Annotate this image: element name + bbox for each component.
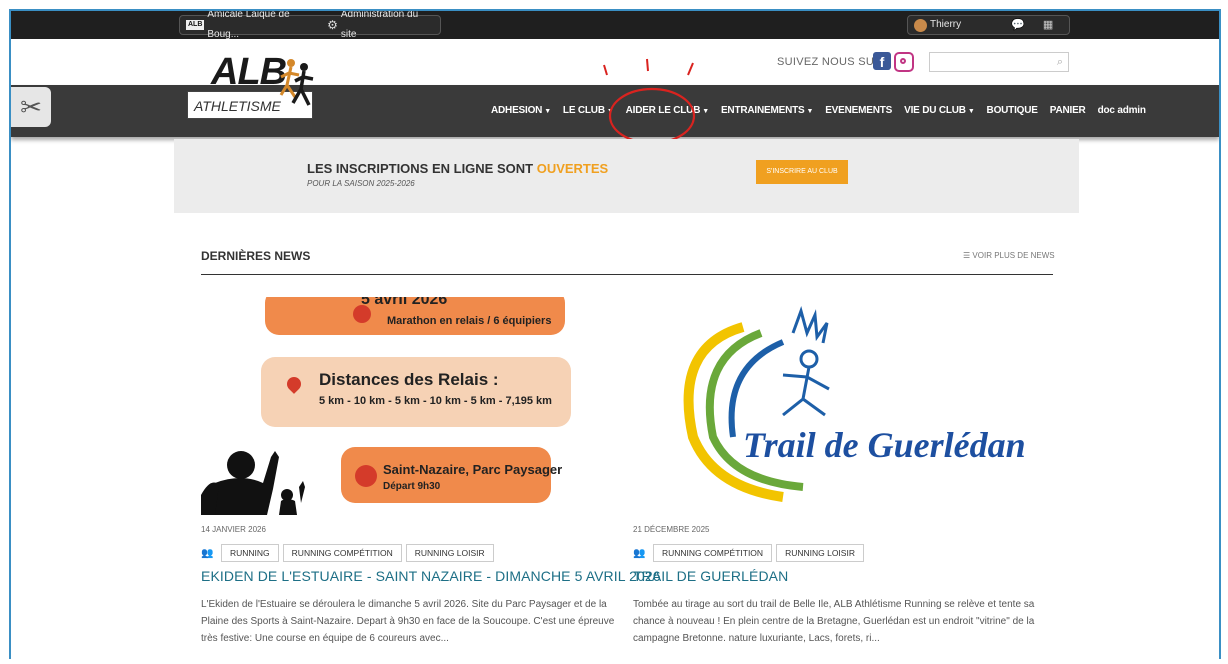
- follow-label: SUIVEZ NOUS SUR: [777, 56, 883, 68]
- clock-icon: [353, 305, 371, 323]
- gear-icon: ⚙: [327, 18, 338, 32]
- nav-item-doc-admin[interactable]: doc admin: [1092, 105, 1152, 116]
- site-logo[interactable]: ALB ATHLETISME: [187, 49, 317, 121]
- admin-bar: ALB Amicale Laique de Boug... ⚙ Administ…: [11, 11, 1219, 40]
- tag-running-competition[interactable]: RUNNING COMPÉTITION: [653, 544, 773, 562]
- signup-button[interactable]: S'INSCRIRE AU CLUB: [756, 160, 848, 184]
- news-title[interactable]: TRAIL DE GUERLÉDAN: [633, 568, 1053, 584]
- nav-item-evenements[interactable]: EVENEMENTS: [819, 105, 898, 116]
- news-card: Trail de Guerlédan 21 DÉCEMBRE 2025 👥 RU…: [633, 297, 1053, 647]
- nav-item-aider-le-club[interactable]: AIDER LE CLUB ▼: [620, 105, 715, 116]
- banner-title: LES INSCRIPTIONS EN LIGNE SONT OUVERTES: [307, 161, 609, 176]
- users-icon: 👥: [201, 547, 214, 559]
- nav-item-boutique[interactable]: BOUTIQUE: [981, 105, 1044, 116]
- news-image-guerledan[interactable]: Trail de Guerlédan: [633, 297, 1043, 515]
- site-name-link[interactable]: Amicale Laique de Boug...: [207, 11, 321, 45]
- image-text-distances: 5 km - 10 km - 5 km - 10 km - 5 km - 7,1…: [319, 395, 552, 407]
- more-news-link[interactable]: ☰ VOIR PLUS DE NEWS: [963, 251, 1055, 260]
- nav-item-panier[interactable]: PANIER: [1044, 105, 1092, 116]
- site-logo-mini: ALB: [186, 20, 205, 30]
- chevron-down-icon: ▼: [606, 108, 614, 115]
- news-date: 21 DÉCEMBRE 2025: [633, 525, 710, 534]
- news-heading: DERNIÈRES NEWS: [201, 249, 311, 263]
- chat-icon[interactable]: 💬: [1011, 15, 1025, 35]
- news-card: 5 avril 2026 Marathon en relais / 6 équi…: [201, 297, 661, 647]
- image-text-place: Saint-Nazaire, Parc Paysager: [383, 462, 563, 477]
- news-image-ekiden[interactable]: 5 avril 2026 Marathon en relais / 6 équi…: [201, 297, 611, 515]
- banner-subtitle: POUR LA SAISON 2025-2026: [307, 179, 415, 188]
- admin-link[interactable]: Administration du site: [341, 11, 434, 45]
- news-excerpt: Tombée au tirage au sort du trail de Bel…: [633, 599, 1035, 644]
- nav-item-entrainements[interactable]: ENTRAINEMENTS ▼: [715, 105, 819, 116]
- tag-running-competition[interactable]: RUNNING COMPÉTITION: [282, 544, 402, 562]
- divider: [201, 274, 1053, 275]
- avatar[interactable]: [914, 18, 927, 32]
- trail-logo: Trail de Guerlédan: [683, 306, 1026, 502]
- image-text-relais: Distances des Relais :: [319, 370, 499, 389]
- calendar-icon[interactable]: ▦: [1043, 15, 1053, 35]
- news-title[interactable]: EKIDEN DE L'ESTUAIRE - SAINT NAZAIRE - D…: [201, 568, 661, 584]
- facebook-icon[interactable]: f: [873, 52, 891, 70]
- runners-icon: [279, 59, 314, 106]
- tag-running[interactable]: RUNNING: [221, 544, 279, 562]
- browser-frame: ALB Amicale Laique de Boug... ⚙ Administ…: [9, 9, 1221, 659]
- nav-item-vie-du-club[interactable]: VIE DU CLUB ▼: [898, 105, 980, 116]
- user-name[interactable]: Thierry: [930, 15, 961, 35]
- nav-item-le-club[interactable]: LE CLUB ▼: [557, 105, 620, 116]
- main-nav: ADHESION ▼ LE CLUB ▼ AIDER LE CLUB ▼ ENTRAI…: [485, 105, 1152, 116]
- tools-icon[interactable]: ✂: [11, 87, 51, 127]
- image-text-depart: Départ 9h30: [383, 481, 441, 492]
- users-icon: 👥: [633, 547, 646, 559]
- image-text-date: 5 avril 2026: [361, 297, 448, 308]
- trail-logo-text: Trail de Guerlédan: [743, 425, 1026, 465]
- instagram-icon[interactable]: [894, 52, 914, 72]
- search-icon[interactable]: ⌕: [1057, 56, 1063, 69]
- tag-running-loisir[interactable]: RUNNING LOISIR: [405, 544, 494, 562]
- image-pill-2: [261, 357, 571, 427]
- nav-item-adhesion[interactable]: ADHESION ▼: [485, 105, 557, 116]
- tag-running-loisir[interactable]: RUNNING LOISIR: [776, 544, 864, 562]
- tag-list: 👥 RUNNING RUNNING COMPÉTITION RUNNING LO…: [201, 544, 621, 562]
- news-excerpt: L'Ekiden de l'Estuaire se déroulera le d…: [201, 599, 615, 644]
- pin-icon: [355, 465, 377, 487]
- admin-bar-site-group: ALB Amicale Laique de Boug... ⚙ Administ…: [179, 11, 441, 40]
- chevron-down-icon: ▼: [544, 108, 551, 115]
- banner-title-highlight: OUVERTES: [536, 161, 609, 176]
- chevron-down-icon: ▼: [967, 108, 975, 115]
- silhouette-icon: [201, 451, 305, 515]
- chevron-down-icon: ▼: [806, 108, 814, 115]
- news-date: 14 JANVIER 2026: [201, 525, 266, 534]
- chevron-down-icon: ▼: [702, 108, 709, 115]
- registration-banner: LES INSCRIPTIONS EN LIGNE SONT OUVERTES …: [174, 139, 1079, 213]
- image-text-marathon: Marathon en relais / 6 équipiers: [387, 315, 552, 327]
- tag-list: 👥 RUNNING COMPÉTITION RUNNING LOISIR: [633, 544, 1053, 562]
- rss-icon: ☰: [963, 251, 973, 260]
- logo-main-text: ALB: [211, 51, 287, 93]
- admin-bar-user-group: Thierry 💬 ▦: [907, 15, 1070, 35]
- search-input[interactable]: ⌕: [929, 52, 1069, 72]
